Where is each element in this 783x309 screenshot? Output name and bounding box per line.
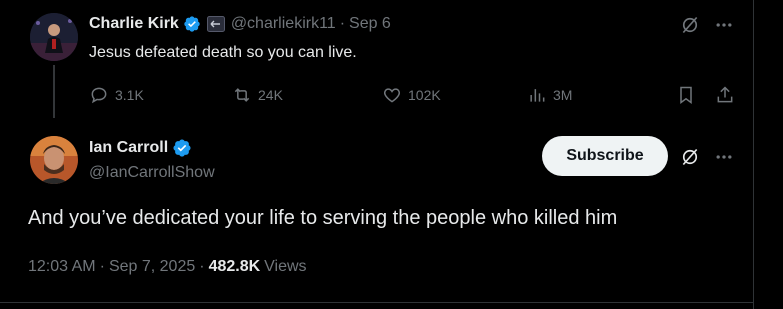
share-icon[interactable] <box>714 84 736 106</box>
analytics-icon <box>527 85 547 105</box>
reply-author-handle[interactable]: @IanCarrollShow <box>89 164 215 182</box>
views-count: 3M <box>553 87 573 103</box>
column-divider <box>753 0 754 309</box>
repost-button[interactable]: 24K <box>232 84 283 106</box>
reply-views-count: 482.8K <box>208 258 261 275</box>
grok-icon[interactable] <box>678 145 702 169</box>
reply-date[interactable]: Sep 7, 2025 <box>109 258 195 276</box>
meta-separator: · <box>99 258 105 275</box>
grok-icon[interactable] <box>678 13 702 37</box>
repost-count: 24K <box>258 87 283 103</box>
reply-count: 3.1K <box>115 87 144 103</box>
thread-connector-line <box>53 65 55 118</box>
reply-tweet-text: And you’ve dedicated your life to servin… <box>28 207 618 229</box>
affiliate-badge-icon[interactable] <box>206 16 225 32</box>
meta-separator: · <box>199 258 205 275</box>
heart-icon <box>382 85 402 105</box>
verified-badge-icon <box>183 15 201 33</box>
original-tweet-header: Charlie Kirk @charliekirk11 · Sep 6 <box>89 13 391 35</box>
more-options-icon[interactable] <box>712 145 736 169</box>
original-tweet-text: Jesus defeated death so you can live. <box>89 44 357 61</box>
bookmark-icon[interactable] <box>675 84 697 106</box>
reply-icon <box>89 85 109 105</box>
more-options-icon[interactable] <box>712 13 736 37</box>
views-button[interactable]: 3M <box>527 84 572 106</box>
charlie-kirk-avatar[interactable] <box>30 13 78 61</box>
author-handle[interactable]: @charliekirk11 <box>231 15 336 33</box>
reply-button[interactable]: 3.1K <box>89 84 144 106</box>
like-count: 102K <box>408 87 441 103</box>
subscribe-button[interactable]: Subscribe <box>542 136 668 176</box>
like-button[interactable]: 102K <box>382 84 441 106</box>
reply-time[interactable]: 12:03 AM <box>28 258 96 276</box>
reply-views-label: Views <box>264 258 307 275</box>
tweet-date[interactable]: Sep 6 <box>349 15 391 33</box>
reply-author-name[interactable]: Ian Carroll <box>89 139 168 157</box>
author-name[interactable]: Charlie Kirk <box>89 15 179 33</box>
header-separator: · <box>339 15 346 32</box>
verified-badge-icon <box>172 138 192 158</box>
repost-icon <box>232 85 252 105</box>
reply-meta-row: 12:03 AM · Sep 7, 2025 · 482.8K Views <box>28 258 307 276</box>
ian-carroll-avatar[interactable] <box>30 136 78 184</box>
tweet-divider <box>0 302 753 303</box>
reply-author-row: Ian Carroll <box>89 137 192 159</box>
